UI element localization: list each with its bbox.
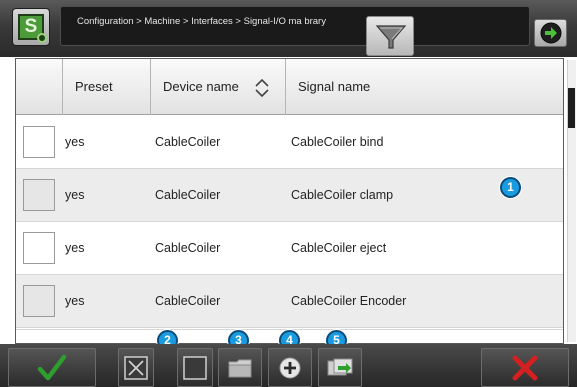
plus-circle-icon (279, 357, 301, 378)
checkmark-icon (37, 354, 67, 380)
sort-updown-icon[interactable] (254, 79, 270, 97)
callout-marker-1: 1 (500, 177, 521, 198)
cancel-button[interactable] (481, 348, 569, 387)
cell-device-name: CableCoiler (155, 294, 221, 308)
table-row[interactable]: yes CableCoiler CableCoiler Encoder (16, 275, 563, 328)
column-header-signal-name[interactable]: Signal name (286, 59, 563, 115)
header-bar: S Configuration > Machine > Interfaces >… (0, 0, 577, 57)
folder-button[interactable] (218, 348, 262, 387)
cell-device-name: CableCoiler (155, 241, 221, 255)
scrollbar-thumb[interactable] (568, 88, 575, 128)
cell-preset: yes (65, 188, 85, 202)
cell-preset: yes (65, 135, 85, 149)
add-button[interactable] (268, 348, 312, 387)
cell-signal-name: CableCoiler eject (291, 241, 387, 255)
row-checkbox[interactable] (23, 232, 55, 264)
empty-box-icon (183, 355, 207, 380)
import-arrow-icon (327, 358, 353, 375)
folder-icon (228, 359, 252, 377)
next-button[interactable] (534, 19, 567, 47)
filter-button[interactable] (366, 16, 414, 56)
box-x-icon (124, 355, 148, 380)
column-header-preset[interactable]: Preset (63, 59, 151, 115)
row-checkbox[interactable] (23, 126, 55, 158)
funnel-icon (375, 25, 407, 49)
header-checkbox-col (16, 59, 63, 115)
cell-signal-name: CableCoiler bind (291, 135, 384, 149)
cell-signal-name: CableCoiler clamp (291, 188, 394, 202)
app-icon-badge (37, 33, 47, 43)
row-checkbox[interactable] (23, 285, 55, 317)
cell-signal-name: CableCoiler Encoder (291, 294, 407, 308)
table-header: Preset Device name Signal name (16, 59, 563, 115)
confirm-button[interactable] (8, 348, 96, 387)
s5-app-icon[interactable]: S (12, 8, 50, 46)
select-all-button[interactable] (177, 348, 213, 387)
table-row[interactable]: yes CableCoiler CableCoiler clamp (16, 169, 563, 222)
arrow-right-circle-icon (540, 22, 562, 44)
signal-table: Preset Device name Signal name yes Cable… (15, 58, 564, 344)
bottom-toolbar (0, 344, 577, 387)
x-icon (512, 355, 538, 380)
breadcrumb: Configuration > Machine > Interfaces > S… (77, 16, 326, 27)
table-row[interactable]: yes CableCoiler CableCoiler eject (16, 222, 563, 275)
row-checkbox[interactable] (23, 179, 55, 211)
table-row[interactable]: yes CableCoiler CableCoiler bind (16, 116, 563, 169)
cell-device-name: CableCoiler (155, 188, 221, 202)
cell-device-name: CableCoiler (155, 135, 221, 149)
cell-preset: yes (65, 241, 85, 255)
cell-preset: yes (65, 294, 85, 308)
import-button[interactable] (318, 348, 362, 387)
deselect-all-button[interactable] (118, 348, 154, 387)
